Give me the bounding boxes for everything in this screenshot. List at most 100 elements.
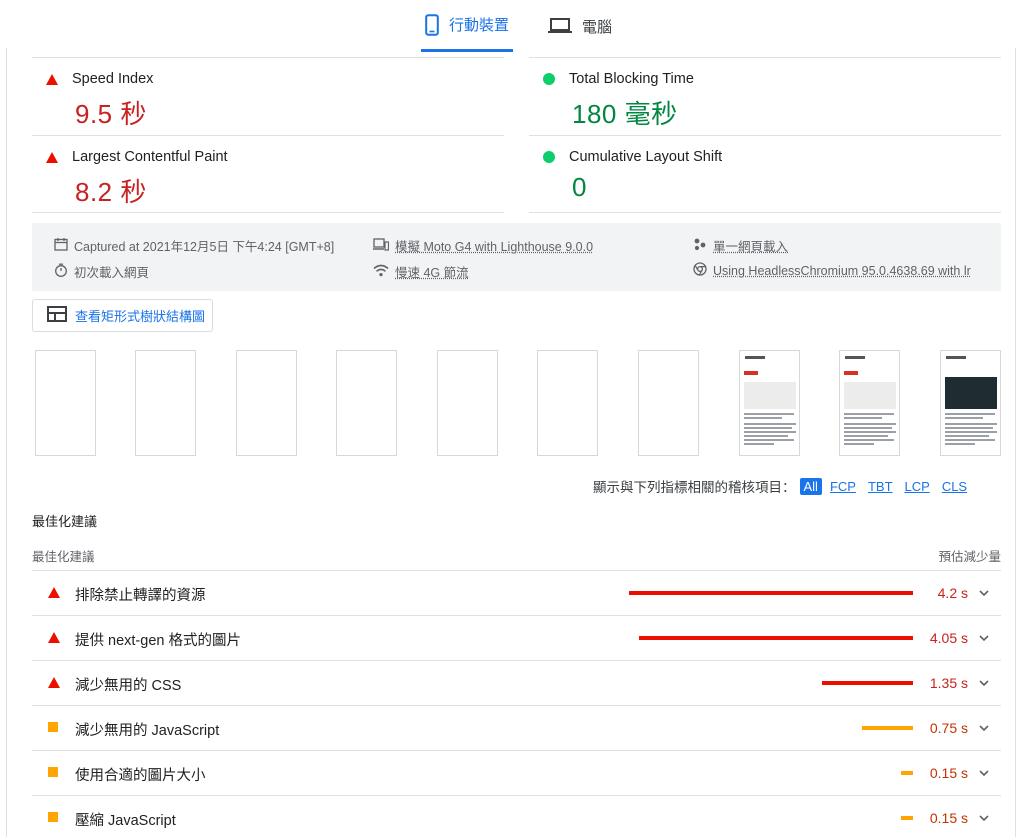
device-tabs: 行動裝置 電腦: [0, 0, 1024, 52]
metric-value: 8.2 秒: [75, 177, 147, 207]
text-line: [945, 423, 997, 425]
opportunity-title: 提供 next-gen 格式的圖片: [75, 633, 241, 649]
filter-chip-tbt[interactable]: TBT: [864, 478, 897, 495]
chevron-down-icon[interactable]: [978, 766, 990, 784]
opportunity-row[interactable]: 排除禁止轉譯的資源 4.2 s: [32, 571, 1001, 616]
average-square-icon: [48, 722, 58, 732]
metric-label: Speed Index: [72, 71, 154, 87]
right-edge-line: [1015, 48, 1016, 837]
savings-value: 0.15 s: [929, 810, 968, 826]
smartphone-icon: [425, 13, 439, 36]
browser-version[interactable]: Using HeadlessChromium 95.0.4638.69 with…: [693, 262, 971, 279]
metric-cumulative-layout-shift: Cumulative Layout Shift 0: [529, 135, 1001, 213]
device-emulation[interactable]: 模擬 Moto G4 with Lighthouse 9.0.0: [373, 236, 593, 255]
category-tag: [844, 371, 858, 375]
laptop-icon: [548, 17, 572, 35]
hero-image-placeholder: [844, 382, 896, 409]
fail-triangle-icon: [48, 632, 60, 643]
load-type-text: 初次載入網頁: [74, 266, 150, 280]
text-line: [844, 431, 896, 433]
runtime-settings-panel: Captured at 2021年12月5日 下午4:24 [GMT+8] 初次…: [32, 223, 1001, 291]
opportunity-row[interactable]: 提供 next-gen 格式的圖片 4.05 s: [32, 616, 1001, 661]
savings-bar: [822, 681, 913, 685]
captured-text: Captured at 2021年12月5日 下午4:24 [GMT+8]: [74, 240, 335, 254]
savings-bar: [629, 591, 913, 595]
timer-icon: [54, 263, 68, 280]
column-header-opportunity: 最佳化建議: [32, 550, 95, 564]
site-logo: [745, 356, 765, 359]
wifi-icon: [373, 264, 389, 280]
filter-chip-fcp[interactable]: FCP: [826, 478, 860, 495]
fail-triangle-icon: [46, 151, 58, 163]
filmstrip-frame: [35, 350, 96, 456]
opportunity-row[interactable]: 壓縮 JavaScript 0.15 s: [32, 796, 1001, 837]
devices-icon: [373, 237, 390, 254]
filmstrip-frame: [236, 350, 297, 456]
filter-chip-all[interactable]: All: [799, 477, 822, 495]
section-title: 最佳化建議: [32, 514, 98, 529]
hero-banner-image: [945, 377, 997, 409]
tab-mobile-label: 行動裝置: [448, 17, 509, 34]
filter-chip-cls[interactable]: CLS: [938, 478, 971, 495]
opportunity-row[interactable]: 減少無用的 CSS 1.35 s: [32, 661, 1001, 706]
text-line: [744, 431, 796, 433]
text-line: [945, 431, 997, 433]
opportunity-title: 壓縮 JavaScript: [75, 813, 176, 829]
average-square-icon: [48, 767, 58, 777]
view-treemap-label: 查看矩形式樹狀結構圖: [75, 309, 206, 324]
opportunity-row[interactable]: 減少無用的 JavaScript 0.75 s: [32, 706, 1001, 751]
text-line: [844, 413, 894, 415]
metric-filter: 顯示與下列指標相關的稽核項目： All FCP TBT LCP CLS: [593, 476, 971, 496]
filmstrip-frame: [437, 350, 498, 456]
savings-bar: [639, 636, 913, 640]
pass-circle-icon: [543, 151, 555, 163]
fail-triangle-icon: [48, 587, 60, 598]
chevron-down-icon[interactable]: [978, 586, 990, 604]
savings-value: 4.05 s: [929, 630, 968, 646]
session-type[interactable]: 單一網頁載入: [693, 236, 788, 255]
chevron-down-icon[interactable]: [978, 811, 990, 829]
metric-value: 0: [572, 172, 587, 202]
text-line: [744, 439, 794, 441]
text-line: [844, 439, 894, 441]
metric-value: 9.5 秒: [75, 99, 147, 129]
text-line: [744, 443, 774, 445]
text-line: [844, 417, 882, 419]
text-line: [945, 439, 995, 441]
chevron-down-icon[interactable]: [978, 631, 990, 649]
filmstrip-frame: [135, 350, 196, 456]
metric-largest-contentful-paint: Largest Contentful Paint 8.2 秒: [32, 135, 504, 213]
chevron-down-icon[interactable]: [978, 676, 990, 694]
fail-triangle-icon: [46, 73, 58, 85]
metric-label: Largest Contentful Paint: [72, 149, 228, 165]
captured-at: Captured at 2021年12月5日 下午4:24 [GMT+8]: [54, 236, 334, 255]
savings-bar: [901, 771, 913, 775]
filmstrip-frame: [839, 350, 900, 456]
filmstrip-frame: [739, 350, 800, 456]
text-line: [744, 423, 796, 425]
text-line: [744, 435, 788, 437]
dots-icon: [693, 237, 707, 254]
tab-mobile[interactable]: 行動裝置: [421, 0, 513, 52]
site-logo: [845, 356, 865, 359]
savings-value: 0.75 s: [929, 720, 968, 736]
category-tag: [744, 371, 758, 375]
fail-triangle-icon: [48, 677, 60, 688]
metric-label: Total Blocking Time: [569, 71, 694, 87]
tab-desktop[interactable]: 電腦: [548, 0, 628, 52]
opportunity-title: 使用合適的圖片大小: [75, 768, 206, 784]
hero-image-placeholder: [744, 382, 796, 409]
tab-desktop-label: 電腦: [582, 18, 613, 36]
divider: [32, 212, 504, 213]
filmstrip-frame: [940, 350, 1001, 456]
view-treemap-button[interactable]: 查看矩形式樹狀結構圖: [32, 299, 213, 332]
opportunity-row[interactable]: 使用合適的圖片大小 0.15 s: [32, 751, 1001, 796]
text-line: [844, 443, 874, 445]
text-line: [945, 427, 993, 429]
metric-label: Cumulative Layout Shift: [569, 149, 723, 165]
chevron-down-icon[interactable]: [978, 721, 990, 739]
network-throttling[interactable]: 慢速 4G 節流: [373, 262, 469, 281]
savings-value: 1.35 s: [929, 675, 968, 691]
opportunity-title: 減少無用的 JavaScript: [75, 723, 220, 739]
filter-chip-lcp[interactable]: LCP: [901, 478, 934, 495]
